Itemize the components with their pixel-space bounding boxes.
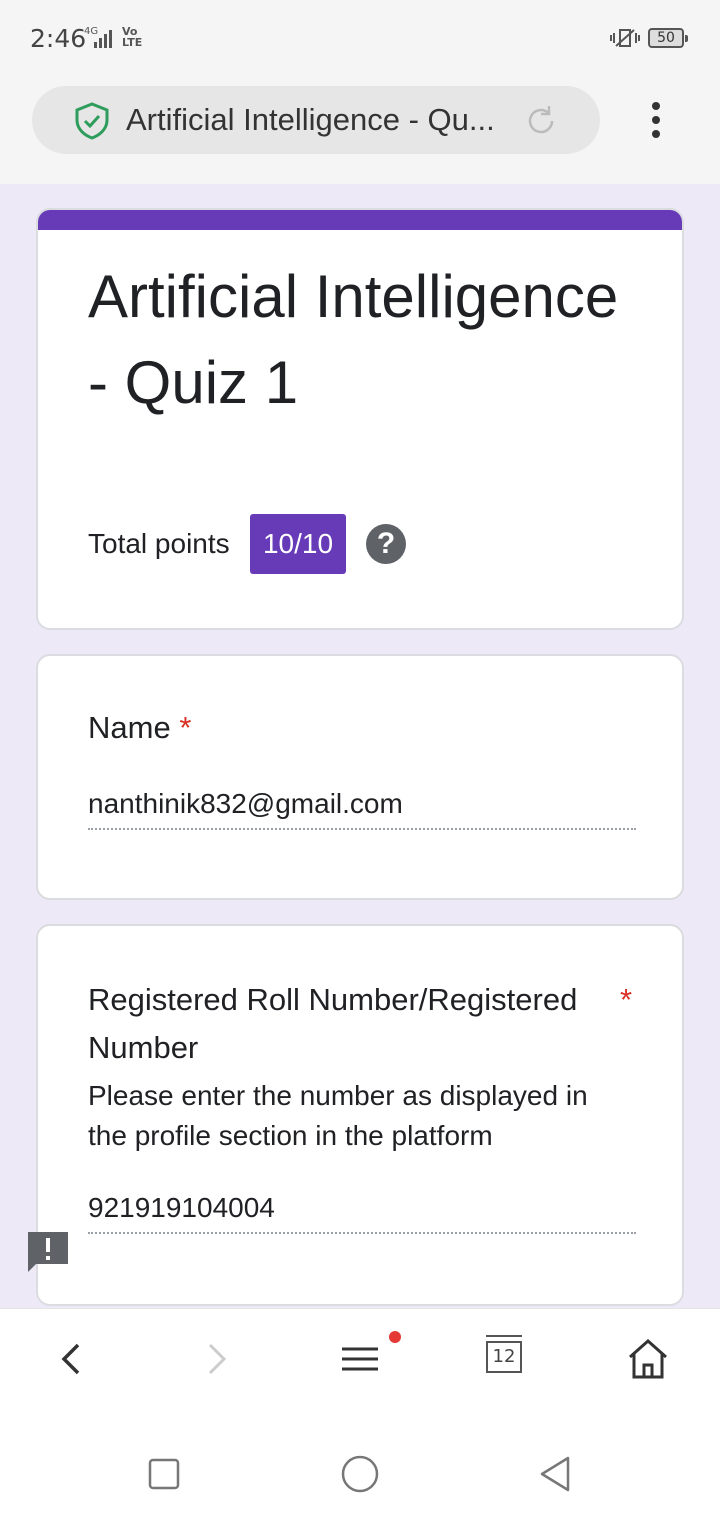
question-card-roll-number: Registered Roll Number/Registered Number… — [36, 924, 684, 1306]
forward-icon[interactable] — [192, 1335, 240, 1383]
question-description: Please enter the number as displayed in … — [88, 1080, 588, 1151]
more-vert-icon[interactable] — [640, 100, 672, 140]
back-icon[interactable] — [48, 1335, 96, 1383]
form-header-card: Artificial Intelligence - Quiz 1 Total p… — [36, 208, 684, 630]
shield-check-icon[interactable] — [74, 102, 110, 140]
vibrate-icon — [610, 29, 640, 47]
browser-toolbar: Artificial Intelligence - Qu... — [0, 78, 720, 184]
total-points-label: Total points — [88, 528, 230, 559]
battery-indicator: 50 — [648, 28, 688, 48]
header-accent-bar — [38, 210, 682, 230]
required-asterisk: * — [620, 982, 633, 1017]
help-icon[interactable]: ? — [366, 524, 406, 564]
question-label: Registered Roll Number/Registered Number — [88, 982, 578, 1065]
question-title: Name * — [88, 704, 191, 752]
home-circle-icon[interactable] — [340, 1454, 380, 1494]
reload-icon[interactable] — [524, 104, 558, 138]
menu-icon[interactable] — [336, 1335, 384, 1383]
feedback-icon[interactable] — [28, 1232, 68, 1272]
volte-indicator: Vo LTE — [122, 25, 143, 49]
signal-icon — [94, 30, 112, 48]
form-page: Artificial Intelligence - Quiz 1 Total p… — [0, 184, 720, 1308]
status-time: 2:46 — [30, 24, 87, 53]
form-title: Artificial Intelligence - Quiz 1 — [88, 263, 619, 416]
answer-text: 921919104004 — [88, 1188, 636, 1234]
recent-apps-icon[interactable] — [144, 1454, 184, 1494]
system-nav-bar — [0, 1412, 720, 1520]
answer-text: nanthinik832@gmail.com — [88, 784, 636, 830]
required-asterisk: * — [179, 710, 192, 745]
back-triangle-icon[interactable] — [536, 1454, 576, 1494]
score-badge: 10/10 — [250, 514, 346, 574]
notification-dot — [389, 1331, 401, 1343]
status-bar: 2:46 4G Vo LTE 50 — [0, 0, 720, 78]
home-icon[interactable] — [624, 1335, 672, 1383]
browser-bottom-bar: 12 — [0, 1308, 720, 1412]
question-card-name: Name * nanthinik832@gmail.com — [36, 654, 684, 900]
question-label: Name — [88, 710, 171, 745]
tabs-icon[interactable]: 12 — [486, 1335, 522, 1373]
address-bar[interactable]: Artificial Intelligence - Qu... — [32, 86, 600, 154]
page-title-url[interactable]: Artificial Intelligence - Qu... — [126, 102, 511, 138]
